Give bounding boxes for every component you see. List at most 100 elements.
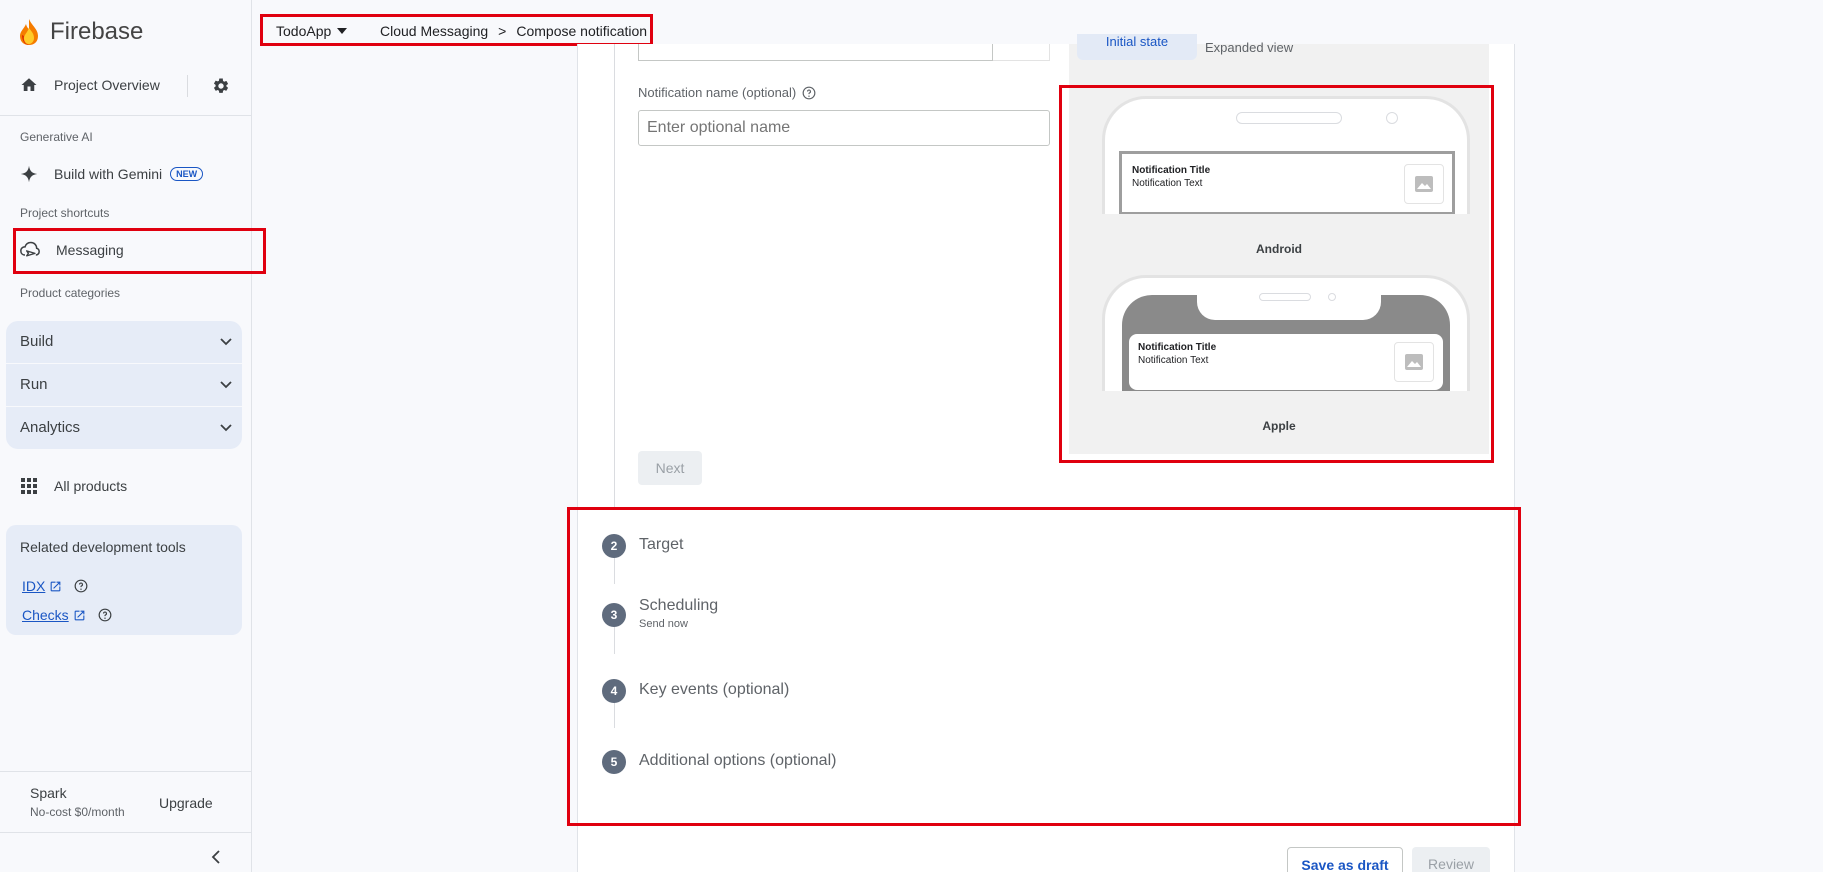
- build-with-gemini-label: Build with Gemini: [54, 166, 163, 182]
- android-notification-title: Notification Title: [1132, 165, 1211, 176]
- step-number: 4: [602, 679, 626, 703]
- step-scheduling[interactable]: 3 Scheduling Send now: [602, 597, 718, 630]
- plan-name: Spark: [30, 785, 67, 801]
- open-in-new-icon: [50, 581, 61, 591]
- previous-input-fragment: [638, 44, 993, 61]
- help-icon[interactable]: [802, 86, 816, 100]
- android-notification-text: Notification Text: [1132, 178, 1203, 189]
- preview-tabs: Initial state Expanded view: [1069, 34, 1489, 64]
- app-root: Firebase Project Overview Generative AI …: [0, 0, 1823, 872]
- category-analytics[interactable]: Analytics: [20, 419, 232, 436]
- apple-notification: Notification Title Notification Text: [1129, 334, 1443, 390]
- sidebar-item-project-overview[interactable]: Project Overview: [20, 76, 160, 94]
- android-speaker: [1236, 112, 1342, 124]
- stepper-line: [614, 44, 615, 510]
- sidebar-divider: [0, 771, 252, 772]
- notification-name-label: Notification name (optional): [638, 85, 816, 100]
- apple-notification-text: Notification Text: [1138, 355, 1209, 366]
- help-icon[interactable]: [74, 579, 88, 593]
- plan-description: No-cost $0/month: [30, 805, 125, 819]
- step-key-events[interactable]: 4 Key events (optional): [602, 679, 789, 703]
- upgrade-button[interactable]: Upgrade: [159, 795, 213, 811]
- sidebar-item-all-products[interactable]: All products: [20, 477, 127, 495]
- category-separator: [6, 363, 242, 364]
- category-analytics-label: Analytics: [20, 419, 81, 436]
- tool-link-checks[interactable]: Checks: [22, 607, 112, 623]
- settings-gear-icon[interactable]: [212, 77, 230, 95]
- sidebar-item-messaging[interactable]: Messaging: [20, 241, 124, 259]
- help-icon[interactable]: [98, 608, 112, 622]
- android-image-placeholder: [1404, 164, 1444, 204]
- section-generative-ai: Generative AI: [20, 130, 93, 144]
- category-build[interactable]: Build: [20, 333, 232, 350]
- category-run[interactable]: Run: [20, 376, 232, 393]
- breadcrumb-separator: >: [498, 23, 507, 39]
- project-name: TodoApp: [276, 23, 332, 39]
- overview-divider: [187, 75, 188, 97]
- all-products-label: All products: [54, 478, 128, 494]
- breadcrumb: Cloud Messaging > Compose notification: [380, 23, 647, 39]
- category-build-label: Build: [20, 333, 54, 350]
- project-overview-label: Project Overview: [54, 77, 160, 93]
- gemini-sparkle-icon: [20, 165, 38, 183]
- sidebar-divider: [0, 115, 252, 116]
- cloud-messaging-icon: [20, 241, 40, 257]
- step-number: 2: [602, 534, 626, 558]
- tab-expanded-view[interactable]: Expanded view: [1205, 40, 1293, 55]
- chevron-down-icon: [220, 423, 232, 431]
- idx-label: IDX: [22, 578, 46, 594]
- android-camera: [1386, 112, 1398, 124]
- checks-label: Checks: [22, 607, 69, 623]
- related-tools-panel: Related development tools IDX Checks: [6, 525, 242, 635]
- android-label: Android: [1256, 242, 1302, 256]
- previous-input-suffix: [993, 44, 1050, 61]
- image-icon: [1405, 354, 1423, 370]
- category-group: Build Run Analytics: [6, 321, 242, 449]
- new-badge: NEW: [170, 167, 204, 181]
- step-number: 5: [602, 750, 626, 774]
- sidebar-item-build-with-gemini[interactable]: Build with Gemini NEW: [20, 165, 204, 183]
- breadcrumb-cloud-messaging[interactable]: Cloud Messaging: [380, 23, 488, 39]
- chevron-down-icon: [220, 337, 232, 345]
- collapse-chevron-left-icon[interactable]: [211, 850, 221, 864]
- tab-initial-state[interactable]: Initial state: [1077, 34, 1197, 60]
- step-number: 3: [602, 603, 626, 627]
- apple-camera: [1328, 293, 1336, 301]
- apple-speaker: [1259, 293, 1311, 301]
- step-title: Scheduling: [639, 597, 719, 614]
- save-as-draft-button[interactable]: Save as draft: [1287, 847, 1403, 872]
- project-selector[interactable]: TodoApp: [276, 23, 348, 39]
- sidebar-divider: [0, 832, 252, 833]
- step-target[interactable]: 2 Target: [602, 534, 683, 558]
- step-title: Key events (optional): [639, 681, 790, 698]
- brand-name: Firebase: [50, 18, 144, 45]
- step-additional-options[interactable]: 5 Additional options (optional): [602, 750, 836, 774]
- device-preview-panel: Initial state Expanded view Notification…: [1069, 34, 1489, 454]
- category-run-label: Run: [20, 376, 48, 393]
- notification-name-input[interactable]: [638, 110, 1050, 146]
- grid-apps-icon: [21, 478, 37, 494]
- apple-phone-mockup: Notification Title Notification Text: [1102, 275, 1470, 391]
- step-subtitle: Send now: [639, 618, 688, 630]
- tab-initial-state-label: Initial state: [1105, 34, 1169, 49]
- firebase-flame-icon: [20, 19, 38, 45]
- image-icon: [1415, 176, 1433, 192]
- android-phone-mockup: Notification Title Notification Text: [1102, 96, 1470, 214]
- chevron-down-icon: [220, 380, 232, 388]
- section-product-categories: Product categories: [20, 286, 121, 300]
- messaging-label: Messaging: [56, 242, 124, 258]
- related-tools-title: Related development tools: [20, 539, 186, 555]
- android-notification: Notification Title Notification Text: [1119, 151, 1455, 214]
- apple-notification-title: Notification Title: [1138, 342, 1217, 353]
- category-separator: [6, 406, 242, 407]
- compose-card: Notification name (optional) Next Initia…: [577, 34, 1515, 872]
- tab-expanded-view-label: Expanded view: [1205, 40, 1294, 55]
- breadcrumb-current: Compose notification: [516, 23, 648, 39]
- next-button[interactable]: Next: [638, 451, 702, 485]
- review-button[interactable]: Review: [1412, 847, 1490, 872]
- dropdown-arrow-icon: [337, 28, 348, 34]
- tool-link-idx[interactable]: IDX: [22, 578, 88, 594]
- section-project-shortcuts: Project shortcuts: [20, 206, 110, 220]
- open-in-new-icon: [74, 610, 85, 620]
- firebase-logo[interactable]: Firebase: [18, 18, 143, 46]
